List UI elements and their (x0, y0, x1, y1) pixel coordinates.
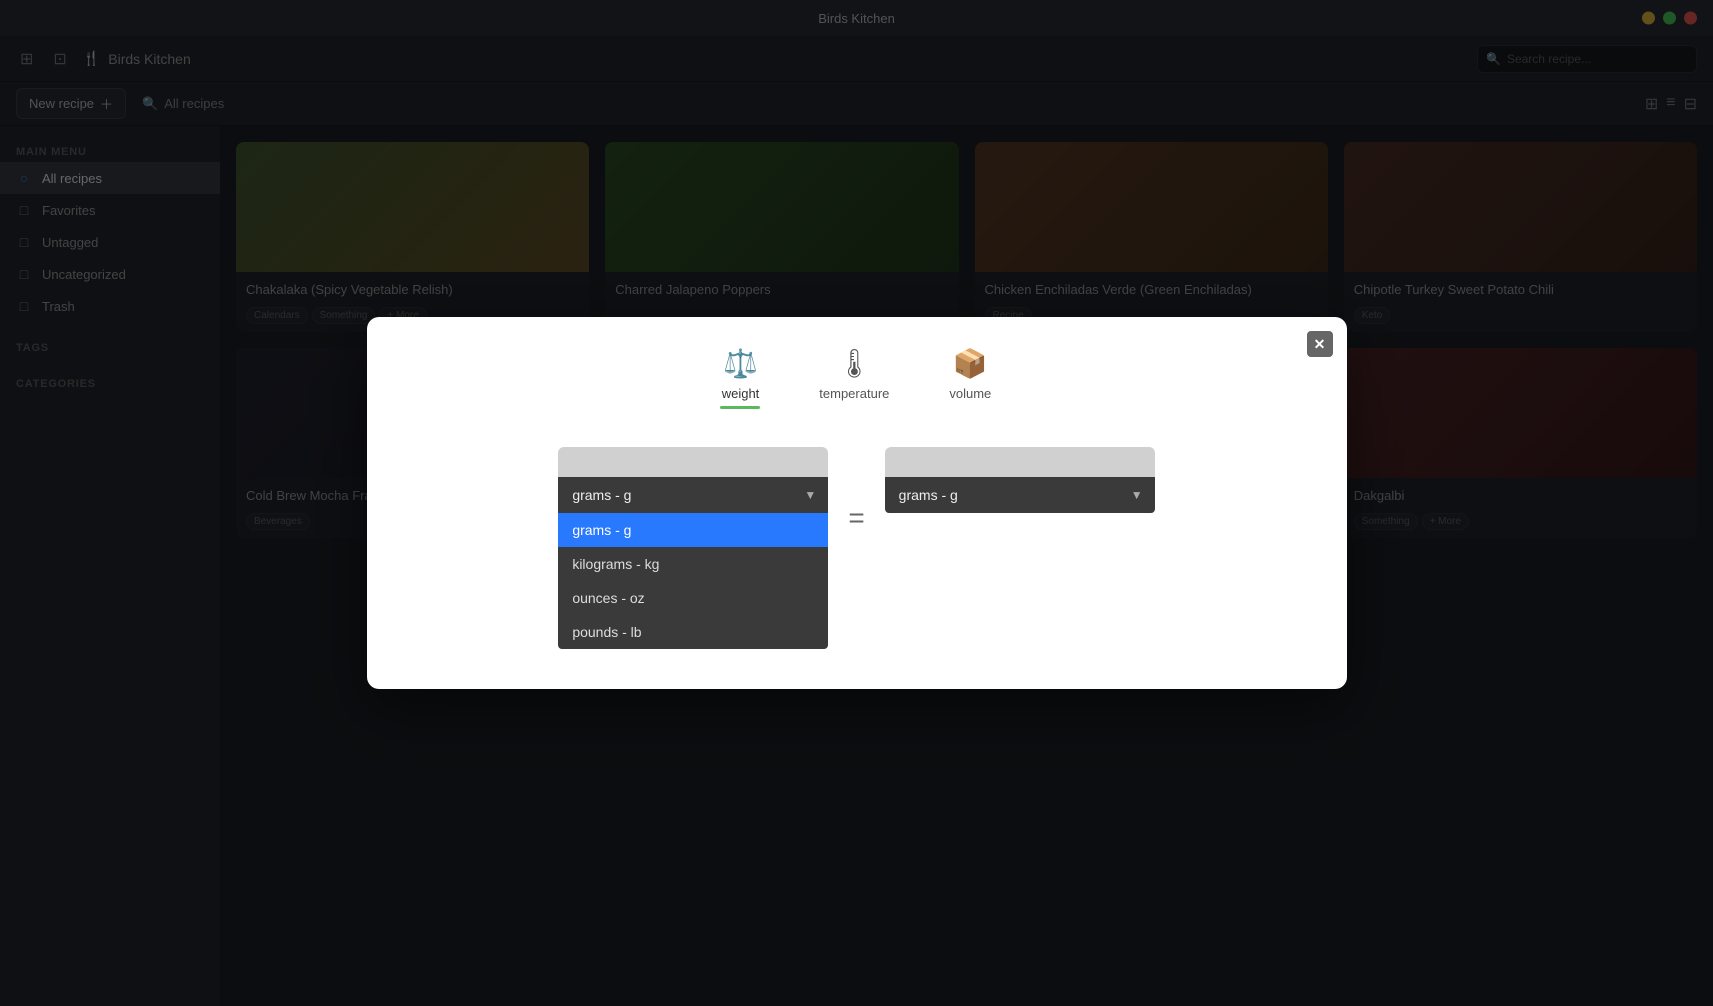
left-unit-select-wrap: grams - g ▼ grams - g kilograms - kg oun… (558, 447, 828, 649)
temperature-icon: 🌡 (837, 347, 873, 380)
right-unit-select-display[interactable]: grams - g ▼ (885, 477, 1155, 513)
equals-sign: = (848, 502, 864, 534)
temperature-label: temperature (819, 386, 889, 401)
right-selected-value: grams - g (899, 487, 958, 503)
right-select-arrow-icon: ▼ (1131, 488, 1143, 502)
unit-converter-modal: ✕ ⚖️ weight 🌡 temperature 📦 volume gra (367, 317, 1347, 689)
right-unit-select-wrap: grams - g ▼ (885, 447, 1155, 513)
volume-icon: 📦 (953, 347, 988, 380)
left-unit-select-display[interactable]: grams - g ▼ (558, 477, 828, 513)
right-select-top-bar (885, 447, 1155, 477)
option-kilograms[interactable]: kilograms - kg (558, 547, 828, 581)
left-select-top-bar (558, 447, 828, 477)
left-select-arrow-icon: ▼ (804, 488, 816, 502)
tab-temperature[interactable]: 🌡 temperature (819, 347, 889, 407)
tab-weight[interactable]: ⚖️ weight (722, 347, 760, 407)
volume-label: volume (949, 386, 991, 401)
tab-volume[interactable]: 📦 volume (949, 347, 991, 407)
conversion-row: grams - g ▼ grams - g kilograms - kg oun… (407, 447, 1307, 649)
option-ounces[interactable]: ounces - oz (558, 581, 828, 615)
modal-overlay[interactable]: ✕ ⚖️ weight 🌡 temperature 📦 volume gra (0, 0, 1713, 1006)
modal-close-button[interactable]: ✕ (1307, 331, 1333, 357)
weight-icon: ⚖️ (723, 347, 758, 380)
modal-tabs: ⚖️ weight 🌡 temperature 📦 volume (407, 347, 1307, 407)
left-selected-value: grams - g (572, 487, 631, 503)
left-unit-dropdown: grams - g kilograms - kg ounces - oz pou… (558, 513, 828, 649)
option-grams[interactable]: grams - g (558, 513, 828, 547)
weight-label: weight (722, 386, 760, 401)
option-pounds[interactable]: pounds - lb (558, 615, 828, 649)
